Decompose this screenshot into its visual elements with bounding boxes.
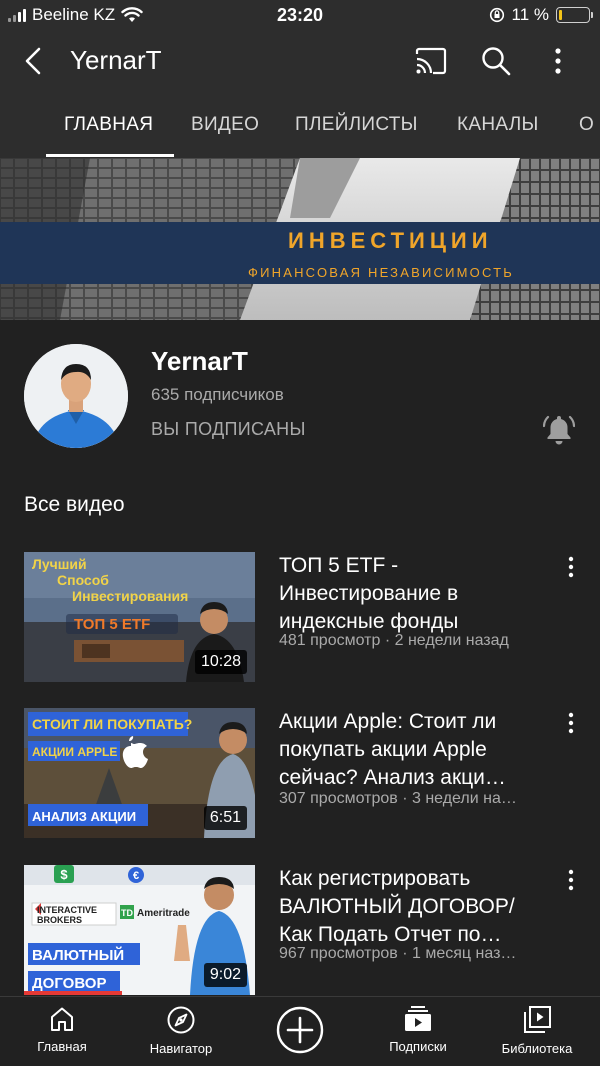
video-item[interactable]: СТОИТ ЛИ ПОКУПАТЬ? АКЦИИ APPLE АНАЛИЗ АК… bbox=[0, 708, 600, 842]
more-vertical-icon[interactable] bbox=[541, 44, 575, 78]
thumb-text: ДОГОВОР bbox=[32, 975, 106, 992]
nav-item-explore[interactable]: Навигатор bbox=[121, 1005, 241, 1056]
svg-text:$: $ bbox=[60, 867, 68, 882]
video-title[interactable]: Как регистрировать ВАЛЮТНЫЙ ДОГОВОР/ Как… bbox=[279, 865, 559, 949]
battery-icon bbox=[556, 7, 593, 23]
nav-item-home[interactable]: Главная bbox=[2, 1005, 122, 1054]
thumb-text: СТОИТ ЛИ ПОКУПАТЬ? bbox=[32, 716, 192, 732]
active-tab-indicator bbox=[46, 154, 174, 157]
banner-title: ИНВЕСТИЦИИ bbox=[288, 228, 493, 253]
video-duration: 6:51 bbox=[203, 806, 247, 830]
cast-icon[interactable] bbox=[414, 44, 448, 78]
rotation-lock-icon bbox=[489, 7, 504, 23]
status-bar: Beeline KZ 23:20 11 % bbox=[0, 0, 600, 30]
tab-home[interactable]: ГЛАВНАЯ bbox=[64, 114, 153, 136]
channel-avatar[interactable] bbox=[24, 344, 128, 448]
svg-text:€: € bbox=[133, 870, 139, 882]
thumb-text: Инвестирования bbox=[72, 588, 188, 604]
thumb-text: ВАЛЮТНЫЙ bbox=[32, 946, 124, 964]
nav-item-library[interactable]: Библиотека bbox=[477, 1005, 597, 1056]
bottom-navigation: Главная Навигатор Подписки Библиотека bbox=[0, 996, 600, 1066]
library-icon bbox=[524, 1006, 551, 1033]
video-duration: 10:28 bbox=[194, 650, 247, 674]
status-right: 11 % bbox=[489, 5, 593, 25]
nav-label: Навигатор bbox=[149, 1041, 213, 1056]
channel-banner: ИНВЕСТИЦИИ ФИНАНСОВАЯ НЕЗАВИСИМОСТЬ bbox=[0, 158, 600, 320]
notification-bell-icon[interactable] bbox=[543, 412, 575, 446]
subscriptions-icon bbox=[405, 1006, 431, 1031]
thumb-text: INTERACTIVE bbox=[37, 905, 97, 915]
nav-label: Библиотека bbox=[501, 1041, 573, 1056]
more-vertical-icon[interactable] bbox=[556, 710, 586, 736]
nav-item-subscriptions[interactable]: Подписки bbox=[358, 1005, 478, 1054]
video-item[interactable]: $ € INTERACTIVE BROKERS TD Ameritrade ВА… bbox=[0, 865, 600, 999]
app-header: YernarT bbox=[0, 30, 600, 92]
tab-channels[interactable]: КАНАЛЫ bbox=[457, 114, 539, 136]
tab-videos[interactable]: ВИДЕО bbox=[191, 114, 259, 136]
thumb-text: АКЦИИ APPLE bbox=[32, 745, 117, 759]
banner-subtitle: ФИНАНСОВАЯ НЕЗАВИСИМОСТЬ bbox=[248, 265, 515, 280]
nav-item-create[interactable] bbox=[240, 1005, 360, 1055]
nav-label: Главная bbox=[37, 1039, 87, 1054]
header-title: YernarT bbox=[70, 45, 162, 75]
video-duration: 9:02 bbox=[203, 963, 247, 987]
video-thumbnail[interactable]: $ € INTERACTIVE BROKERS TD Ameritrade ВА… bbox=[24, 865, 255, 995]
more-vertical-icon[interactable] bbox=[556, 554, 586, 580]
thumb-text: Лучший bbox=[32, 556, 87, 572]
video-item[interactable]: Лучший Способ Инвестирования ТОП 5 ETF 1… bbox=[0, 552, 600, 686]
thumb-text: BROKERS bbox=[37, 915, 82, 925]
thumb-text: Способ bbox=[57, 572, 109, 588]
search-icon[interactable] bbox=[479, 44, 513, 78]
home-icon bbox=[51, 1007, 73, 1031]
video-title[interactable]: ТОП 5 ETF - Инвестирование в индексные ф… bbox=[279, 552, 559, 636]
subscriber-count: 635 подписчиков bbox=[151, 385, 284, 404]
thumb-text: АНАЛИЗ АКЦИИ bbox=[32, 809, 136, 824]
section-title: Все видео bbox=[24, 493, 125, 516]
battery-percent: 11 % bbox=[511, 5, 550, 24]
add-icon bbox=[276, 1006, 324, 1054]
channel-name: YernarT bbox=[151, 346, 248, 376]
thumb-text: Ameritrade bbox=[137, 908, 190, 919]
video-meta: 481 просмотр · 2 недели назад bbox=[279, 632, 509, 649]
thumb-text: TD bbox=[121, 908, 133, 918]
tab-playlists[interactable]: ПЛЕЙЛИСТЫ bbox=[295, 114, 418, 136]
more-vertical-icon[interactable] bbox=[556, 867, 586, 893]
video-thumbnail[interactable]: Лучший Способ Инвестирования ТОП 5 ETF 1… bbox=[24, 552, 255, 682]
compass-icon bbox=[167, 1006, 195, 1034]
thumb-text: ТОП 5 ETF bbox=[74, 616, 150, 633]
video-meta: 307 просмотров · 3 недели на… bbox=[279, 790, 517, 807]
channel-tabs: ГЛАВНАЯ ВИДЕО ПЛЕЙЛИСТЫ КАНАЛЫ О К bbox=[0, 92, 600, 158]
subscribed-button[interactable]: ВЫ ПОДПИСАНЫ bbox=[151, 419, 306, 440]
nav-label: Подписки bbox=[389, 1039, 447, 1054]
tab-about[interactable]: О К bbox=[579, 114, 600, 136]
video-title[interactable]: Акции Apple: Стоит ли покупать акции App… bbox=[279, 708, 559, 792]
video-thumbnail[interactable]: СТОИТ ЛИ ПОКУПАТЬ? АКЦИИ APPLE АНАЛИЗ АК… bbox=[24, 708, 255, 838]
video-meta: 967 просмотров · 1 месяц наз… bbox=[279, 945, 517, 962]
back-icon[interactable] bbox=[18, 44, 52, 78]
